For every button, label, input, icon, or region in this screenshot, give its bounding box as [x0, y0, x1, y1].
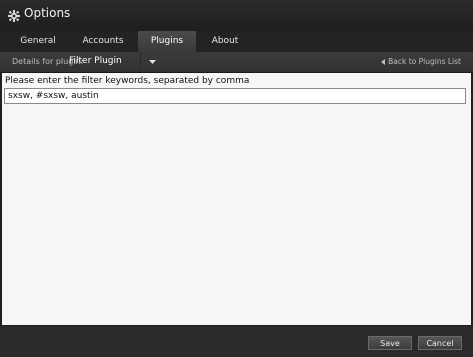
- back-arrow-icon: [381, 58, 386, 65]
- plugin-dropdown-button[interactable]: [140, 52, 163, 72]
- back-link-label: Back to Plugins List: [388, 57, 461, 66]
- plugin-details-bar: Details for plugin: Filter Plugin Back t…: [0, 52, 473, 73]
- plugin-settings-panel: Please enter the filter keywords, separa…: [2, 73, 471, 325]
- window-title: Options: [24, 6, 71, 20]
- chevron-down-icon: [148, 60, 156, 64]
- tab-accounts[interactable]: Accounts: [74, 31, 132, 52]
- filter-keywords-prompt: Please enter the filter keywords, separa…: [5, 76, 250, 86]
- filter-keywords-input[interactable]: [4, 88, 466, 104]
- footer-bar: Save Cancel: [0, 326, 473, 357]
- cancel-button[interactable]: Cancel: [418, 336, 462, 350]
- plugin-name: Filter Plugin: [69, 56, 122, 66]
- tab-plugins[interactable]: Plugins: [138, 31, 196, 52]
- back-to-plugins-link[interactable]: Back to Plugins List: [381, 57, 461, 66]
- tab-general[interactable]: General: [10, 31, 66, 52]
- tab-about[interactable]: About: [200, 31, 250, 52]
- options-window: Options General Accounts Plugins About D…: [0, 0, 473, 357]
- save-button[interactable]: Save: [368, 336, 412, 350]
- title-bar: Options: [0, 0, 473, 26]
- gear-icon: [8, 7, 20, 22]
- tab-bar: General Accounts Plugins About: [0, 31, 473, 53]
